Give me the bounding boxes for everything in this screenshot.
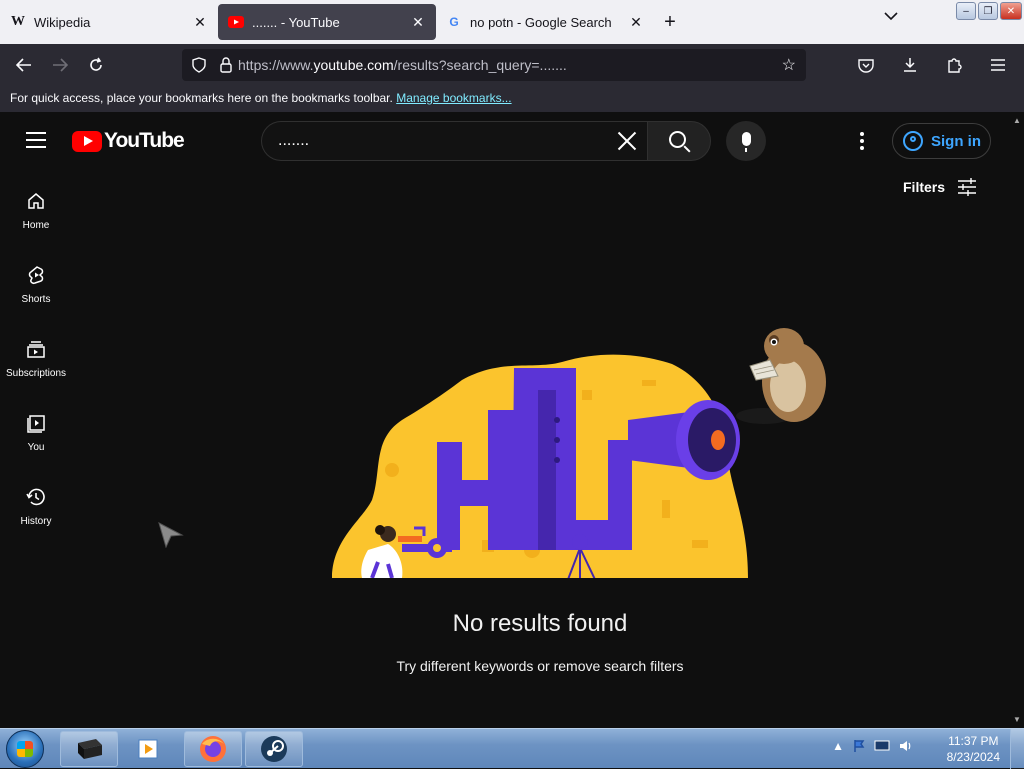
scroll-down-icon[interactable]: ▼ bbox=[1013, 715, 1021, 724]
media-player-icon bbox=[138, 739, 158, 759]
filters-button[interactable]: Filters bbox=[903, 178, 977, 196]
taskbar: ▲ 11:37 PM 8/23/2024 bbox=[0, 728, 1024, 769]
taskbar-clock[interactable]: 11:37 PM 8/23/2024 bbox=[947, 733, 1000, 765]
navigation-toolbar: https://www.youtube.com/results?search_q… bbox=[0, 44, 1024, 86]
shorts-icon bbox=[25, 264, 47, 286]
youtube-page: YouTube ....... Sign in Home Shorts Subs… bbox=[0, 112, 1010, 728]
bookmark-star-icon[interactable]: ☆ bbox=[782, 55, 796, 75]
reload-icon bbox=[90, 57, 102, 71]
forward-button[interactable] bbox=[42, 47, 78, 83]
mouse-cursor-icon bbox=[158, 522, 184, 548]
steam-icon bbox=[261, 736, 287, 762]
history-icon bbox=[25, 486, 47, 508]
extensions-button[interactable] bbox=[936, 47, 972, 83]
bookmarks-toolbar: For quick access, place your bookmarks h… bbox=[0, 86, 1024, 112]
filter-sliders-icon bbox=[958, 178, 977, 196]
wikipedia-icon: W bbox=[11, 14, 25, 29]
tray-expand-icon[interactable]: ▲ bbox=[832, 739, 844, 753]
chevron-down-icon bbox=[884, 12, 898, 21]
show-desktop-button[interactable] bbox=[1010, 729, 1024, 769]
account-icon bbox=[903, 131, 923, 151]
sidebar-item-you[interactable]: You bbox=[0, 390, 72, 464]
app-menu-button[interactable] bbox=[980, 47, 1016, 83]
back-arrow-icon bbox=[16, 58, 31, 72]
sidebar-item-shorts[interactable]: Shorts bbox=[0, 242, 72, 316]
search-input-value: ....... bbox=[278, 132, 310, 149]
sidebar-item-subscriptions[interactable]: Subscriptions bbox=[0, 316, 72, 390]
shield-icon[interactable] bbox=[192, 57, 206, 73]
youtube-logo[interactable]: YouTube bbox=[72, 129, 185, 153]
volume-icon[interactable] bbox=[898, 739, 912, 753]
download-icon bbox=[904, 58, 916, 72]
clock-date: 8/23/2024 bbox=[946, 750, 1000, 764]
new-tab-button[interactable]: + bbox=[654, 4, 686, 40]
tab-title: Wikipedia bbox=[34, 14, 91, 30]
clock-time: 11:37 PM bbox=[948, 734, 999, 748]
subscriptions-icon bbox=[25, 338, 47, 360]
lock-icon[interactable] bbox=[220, 57, 232, 73]
url-text: https://www.youtube.com/results?search_q… bbox=[238, 57, 567, 73]
empty-state-title: No results found bbox=[452, 610, 628, 637]
bookmarks-prompt: For quick access, place your bookmarks h… bbox=[10, 91, 393, 105]
search-button[interactable] bbox=[647, 121, 711, 161]
sidebar: Home Shorts Subscriptions You History bbox=[0, 168, 72, 538]
youtube-play-icon bbox=[72, 130, 102, 152]
tab-title: ....... - YouTube bbox=[252, 14, 340, 30]
empty-state-subtitle: Try different keywords or remove search … bbox=[396, 658, 684, 674]
forward-arrow-icon bbox=[53, 58, 68, 72]
back-button[interactable] bbox=[6, 47, 42, 83]
window-close-button[interactable]: ✕ bbox=[1000, 2, 1022, 20]
action-center-flag-icon[interactable] bbox=[852, 739, 866, 753]
puzzle-icon bbox=[948, 58, 962, 73]
sidebar-item-home[interactable]: Home bbox=[0, 168, 72, 242]
downloads-button[interactable] bbox=[892, 47, 928, 83]
tab-strip: W Wikipedia ✕ ....... - YouTube ✕ G no p… bbox=[0, 0, 1024, 44]
window-controls: – ❐ ✕ bbox=[956, 2, 1022, 20]
network-icon[interactable] bbox=[874, 740, 890, 752]
search-input[interactable]: ....... bbox=[261, 121, 647, 161]
list-all-tabs-button[interactable] bbox=[884, 8, 898, 24]
reload-button[interactable] bbox=[78, 47, 114, 83]
tab-title: no potn - Google Search bbox=[470, 14, 612, 30]
voice-search-button[interactable] bbox=[726, 121, 766, 161]
url-bar[interactable]: https://www.youtube.com/results?search_q… bbox=[182, 49, 806, 81]
pocket-button[interactable] bbox=[848, 47, 884, 83]
home-icon bbox=[25, 190, 47, 212]
guide-menu-button[interactable] bbox=[26, 132, 46, 148]
close-tab-icon[interactable]: ✕ bbox=[628, 14, 644, 31]
black-box-app-icon bbox=[78, 739, 102, 759]
settings-more-button[interactable] bbox=[860, 132, 864, 150]
tab-google[interactable]: G no potn - Google Search ✕ bbox=[436, 4, 654, 40]
system-tray: ▲ bbox=[832, 739, 912, 753]
hamburger-menu-icon bbox=[991, 59, 1005, 71]
taskbar-app-media[interactable] bbox=[121, 731, 177, 767]
minimize-button[interactable]: – bbox=[956, 2, 976, 20]
scroll-up-icon[interactable]: ▲ bbox=[1013, 116, 1021, 125]
taskbar-app-firefox[interactable] bbox=[184, 731, 242, 767]
sidebar-item-history[interactable]: History bbox=[0, 464, 72, 538]
taskbar-app-terminal[interactable] bbox=[60, 731, 118, 767]
start-button[interactable] bbox=[6, 730, 44, 768]
no-results-illustration bbox=[332, 354, 748, 578]
close-tab-icon[interactable]: ✕ bbox=[192, 14, 208, 31]
hamster-sticker bbox=[736, 328, 826, 424]
search-icon bbox=[669, 131, 686, 148]
pocket-icon bbox=[858, 58, 874, 73]
youtube-icon bbox=[228, 14, 244, 30]
masthead: YouTube ....... Sign in bbox=[0, 112, 1010, 168]
maximize-button[interactable]: ❐ bbox=[978, 2, 998, 20]
tab-wikipedia[interactable]: W Wikipedia ✕ bbox=[0, 4, 218, 40]
taskbar-app-steam[interactable] bbox=[245, 731, 303, 767]
microphone-icon bbox=[741, 132, 751, 152]
tab-youtube[interactable]: ....... - YouTube ✕ bbox=[218, 4, 436, 40]
manage-bookmarks-link[interactable]: Manage bookmarks... bbox=[396, 91, 511, 105]
sign-in-button[interactable]: Sign in bbox=[892, 123, 991, 159]
close-tab-icon[interactable]: ✕ bbox=[410, 14, 426, 31]
page-scrollbar[interactable]: ▲ ▼ bbox=[1010, 112, 1024, 728]
clear-search-icon[interactable] bbox=[617, 130, 637, 150]
you-icon bbox=[25, 412, 47, 434]
google-icon: G bbox=[449, 15, 459, 29]
firefox-icon bbox=[200, 736, 226, 762]
